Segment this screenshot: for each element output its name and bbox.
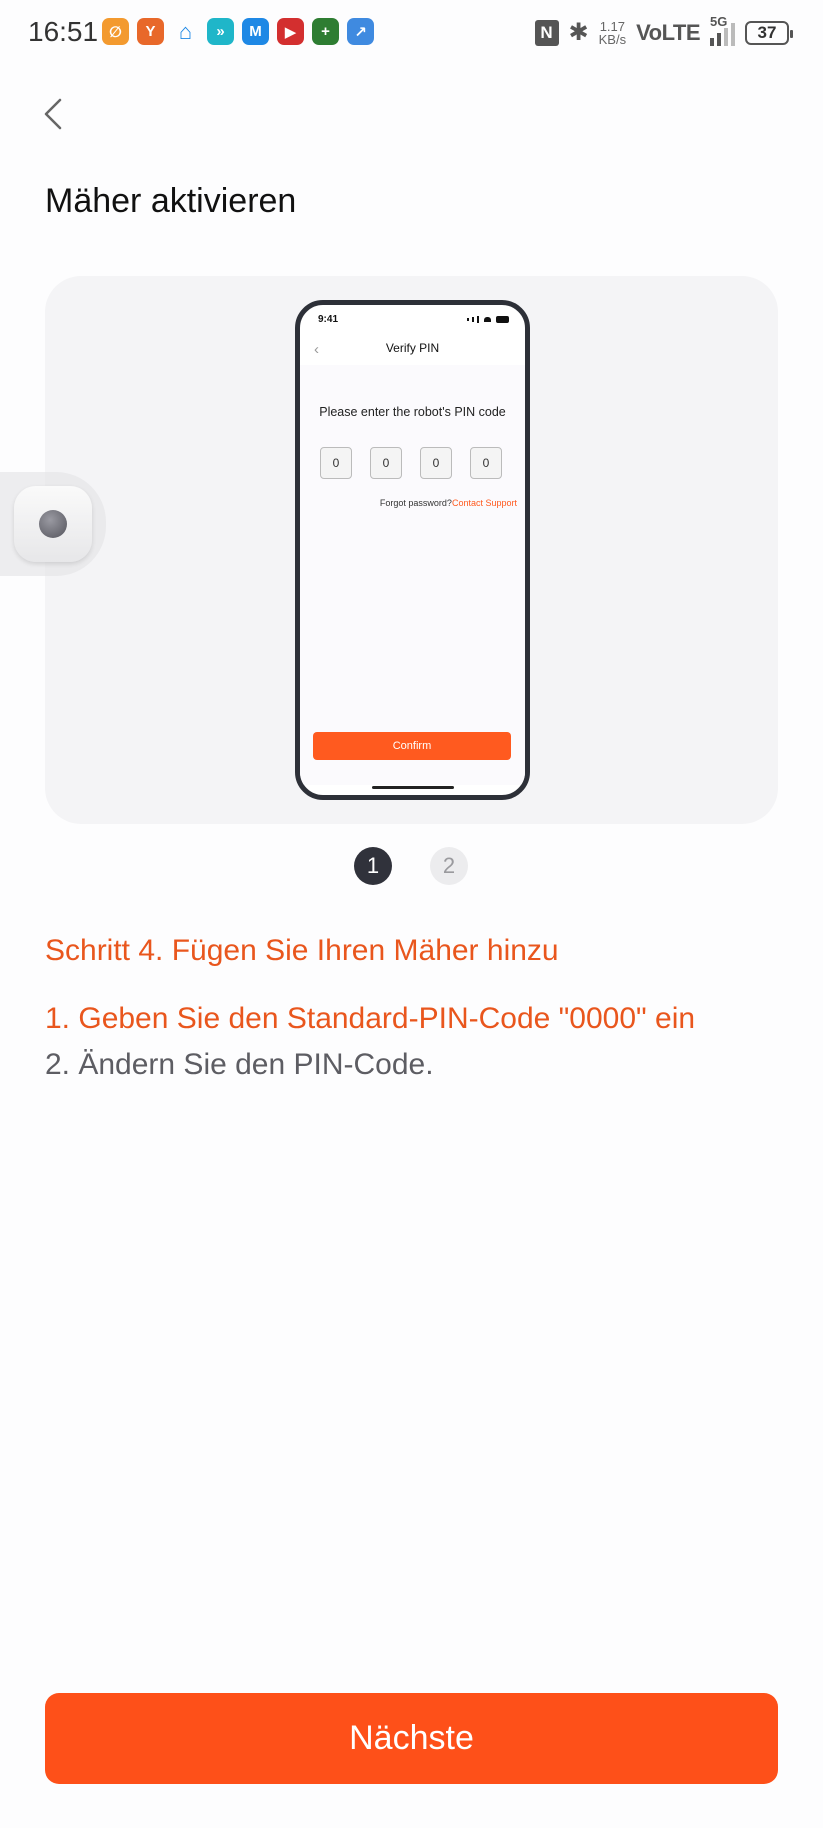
app-icon-7: + [312, 18, 339, 45]
phone-mockup: 9:41 ‹ Verify PIN Please enter the robot… [295, 300, 530, 800]
app-icon-8: ↗ [347, 18, 374, 45]
mockup-home-indicator [372, 786, 454, 789]
app-icon-2: Y [137, 18, 164, 45]
mockup-title: Verify PIN [385, 341, 440, 355]
page-title: Mäher aktivieren [45, 182, 297, 220]
app-icon-6: ▶ [277, 18, 304, 45]
mockup-pin-box: 0 [320, 447, 352, 479]
volte-label: VoLTE [636, 19, 700, 45]
notification-icons: ∅ Y ⌂ » M ▶ + ↗ [102, 18, 374, 45]
mockup-pin-box: 0 [470, 447, 502, 479]
bluetooth-icon: ✱ [568, 19, 589, 46]
battery-icon: 37 [745, 20, 793, 45]
app-icon-4: » [207, 18, 234, 45]
app-icon-1: ∅ [102, 18, 129, 45]
mockup-prompt: Please enter the robot's PIN code [319, 405, 506, 419]
battery-level: 37 [757, 22, 777, 42]
status-right: N ✱ 1.17 KB/s VoLTE 5G 37 [534, 14, 793, 47]
app-icon-5: M [242, 18, 269, 45]
status-bar: 16:51 ∅ Y ⌂ » M ▶ + ↗ N ✱ 1.17 KB/s VoLT… [0, 0, 823, 68]
instruction-line-2: 2. Ändern Sie den PIN-Code. [45, 1048, 434, 1081]
next-button[interactable]: Nächste [45, 1693, 778, 1784]
back-arrow-icon[interactable] [40, 96, 68, 132]
mockup-pin-boxes: 0 0 0 0 [320, 447, 502, 479]
mockup-contact-support: Contact Support [451, 498, 517, 508]
mockup-status-icons [467, 316, 509, 323]
nfc-icon: N [534, 19, 559, 46]
home-icon: ⌂ [178, 18, 193, 44]
mockup-pin-box: 0 [420, 447, 452, 479]
floating-assistant-button[interactable] [0, 472, 106, 576]
pager-dot-1[interactable]: 1 [354, 847, 392, 885]
mockup-forgot-password: Forgot password?Contact Support [380, 498, 517, 508]
mockup-pin-box: 0 [370, 447, 402, 479]
generation-label: 5G [710, 13, 728, 29]
mockup-time: 9:41 [318, 314, 339, 325]
mockup-body [300, 365, 525, 785]
status-time: 16:51 [28, 16, 99, 47]
signal-icon: 5G [710, 14, 735, 46]
floating-ball-icon [39, 510, 67, 538]
pager-dot-2[interactable]: 2 [430, 847, 468, 885]
speed-value: 1.17 [599, 18, 626, 34]
mockup-confirm-button: Confirm [313, 732, 511, 760]
floating-ball [14, 486, 92, 562]
step-title: Schritt 4. Fügen Sie Ihren Mäher hinzu [45, 934, 559, 967]
mockup-forgot-text: Forgot password? [379, 498, 452, 508]
speed-unit: KB/s [598, 31, 627, 47]
instruction-line-1: 1. Geben Sie den Standard-PIN-Code "0000… [45, 1002, 696, 1035]
network-speed: 1.17 KB/s [599, 20, 626, 46]
illustration-card: 9:41 ‹ Verify PIN Please enter the robot… [45, 276, 778, 824]
